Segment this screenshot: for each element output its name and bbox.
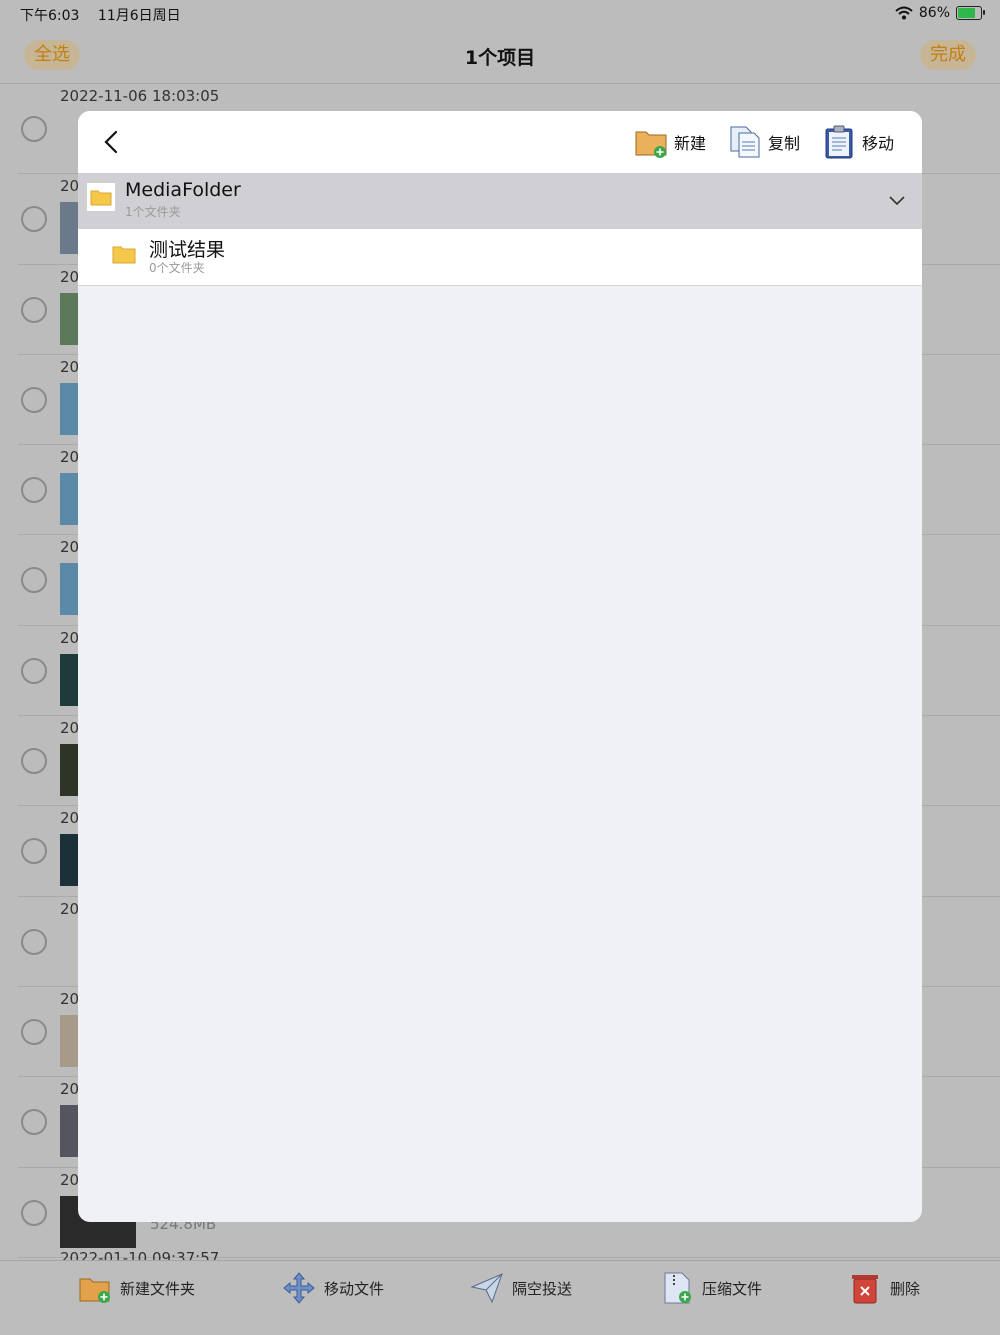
delete-label: 删除	[890, 1279, 921, 1298]
move-files-label: 移动文件	[324, 1279, 385, 1298]
wifi-icon	[895, 6, 913, 20]
folder-icon	[112, 246, 136, 264]
trash-icon	[852, 1275, 878, 1304]
copy-document-icon	[730, 126, 760, 158]
compress-button[interactable]: 压缩文件	[660, 1271, 762, 1305]
select-radio[interactable]	[21, 928, 47, 955]
item-date: 20	[60, 1170, 80, 1189]
new-folder-icon	[79, 1278, 110, 1303]
item-date: 20	[60, 899, 80, 918]
item-date: 20	[60, 177, 80, 196]
status-time: 下午6:03	[20, 8, 80, 24]
battery-percent: 86%	[918, 5, 950, 21]
done-button[interactable]: 完成	[920, 40, 976, 70]
select-radio[interactable]	[21, 657, 47, 684]
select-radio[interactable]	[21, 748, 47, 775]
nav-bar: 全选 1个项目 完成	[0, 28, 1000, 84]
move-arrows-icon	[283, 1272, 315, 1304]
select-radio[interactable]	[21, 386, 47, 413]
item-date: 20	[60, 448, 80, 467]
new-button[interactable]: 新建	[634, 125, 706, 159]
select-radio[interactable]	[21, 116, 47, 142]
select-radio[interactable]	[21, 1018, 47, 1045]
move-button[interactable]: 移动	[822, 125, 894, 159]
new-label: 新建	[674, 134, 707, 153]
move-label: 移动	[862, 134, 895, 153]
modal-header: 新建 复制 移动	[78, 111, 922, 173]
folder-icon	[87, 183, 115, 211]
move-files-button[interactable]: 移动文件	[282, 1271, 384, 1305]
item-date: 20	[60, 719, 80, 738]
copy-button[interactable]: 复制	[728, 125, 800, 159]
item-date: 20	[60, 538, 80, 557]
back-chevron-icon[interactable]	[98, 127, 126, 157]
bottom-toolbar: 新建文件夹 移动文件 隔空投送 压缩文件 删除	[0, 1260, 1000, 1335]
folder-name: 测试结果	[149, 239, 226, 261]
item-date: 20	[60, 357, 80, 376]
airdrop-button[interactable]: 隔空投送	[470, 1271, 572, 1305]
page-title: 1个项目	[464, 47, 536, 69]
folder-meta: 0个文件夹	[149, 261, 205, 275]
folder-name: MediaFolder	[125, 179, 241, 201]
airdrop-label: 隔空投送	[512, 1279, 573, 1298]
select-radio[interactable]	[21, 1109, 47, 1136]
clipboard-icon	[825, 125, 853, 159]
zip-file-icon	[664, 1272, 691, 1304]
status-date: 11月6日周日	[97, 8, 181, 24]
item-date: 2022-11-06 18:03:05	[60, 87, 220, 105]
item-date: 20	[60, 809, 80, 828]
item-date: 20	[60, 1080, 80, 1099]
item-date: 20	[60, 628, 80, 647]
status-bar: 下午6:03 11月6日周日 86%	[0, 0, 1000, 28]
folder-meta: 1个文件夹	[125, 205, 181, 219]
compress-label: 压缩文件	[702, 1279, 763, 1298]
select-radio[interactable]	[21, 206, 47, 233]
select-radio[interactable]	[21, 296, 47, 323]
copy-label: 复制	[768, 134, 801, 153]
new-folder-label: 新建文件夹	[120, 1279, 196, 1298]
select-radio[interactable]	[21, 477, 47, 504]
paper-plane-icon	[470, 1273, 503, 1304]
folder-picker-modal: 新建 复制 移动 MediaFolder 1个文件夹 测试结果 0个文件夹	[78, 111, 922, 1222]
select-radio[interactable]	[21, 1199, 47, 1226]
select-radio[interactable]	[21, 567, 47, 594]
item-date: 20	[60, 267, 80, 286]
item-date: 20	[60, 989, 80, 1008]
battery-icon	[956, 6, 985, 20]
new-folder-button[interactable]: 新建文件夹	[78, 1271, 195, 1305]
select-radio[interactable]	[21, 838, 47, 865]
new-folder-icon	[635, 131, 667, 158]
chevron-down-icon[interactable]	[888, 195, 906, 207]
delete-button[interactable]: 删除	[848, 1271, 920, 1305]
folder-row-test-results[interactable]: 测试结果 0个文件夹	[78, 229, 922, 286]
folder-row-mediafolder[interactable]: MediaFolder 1个文件夹	[78, 173, 922, 229]
